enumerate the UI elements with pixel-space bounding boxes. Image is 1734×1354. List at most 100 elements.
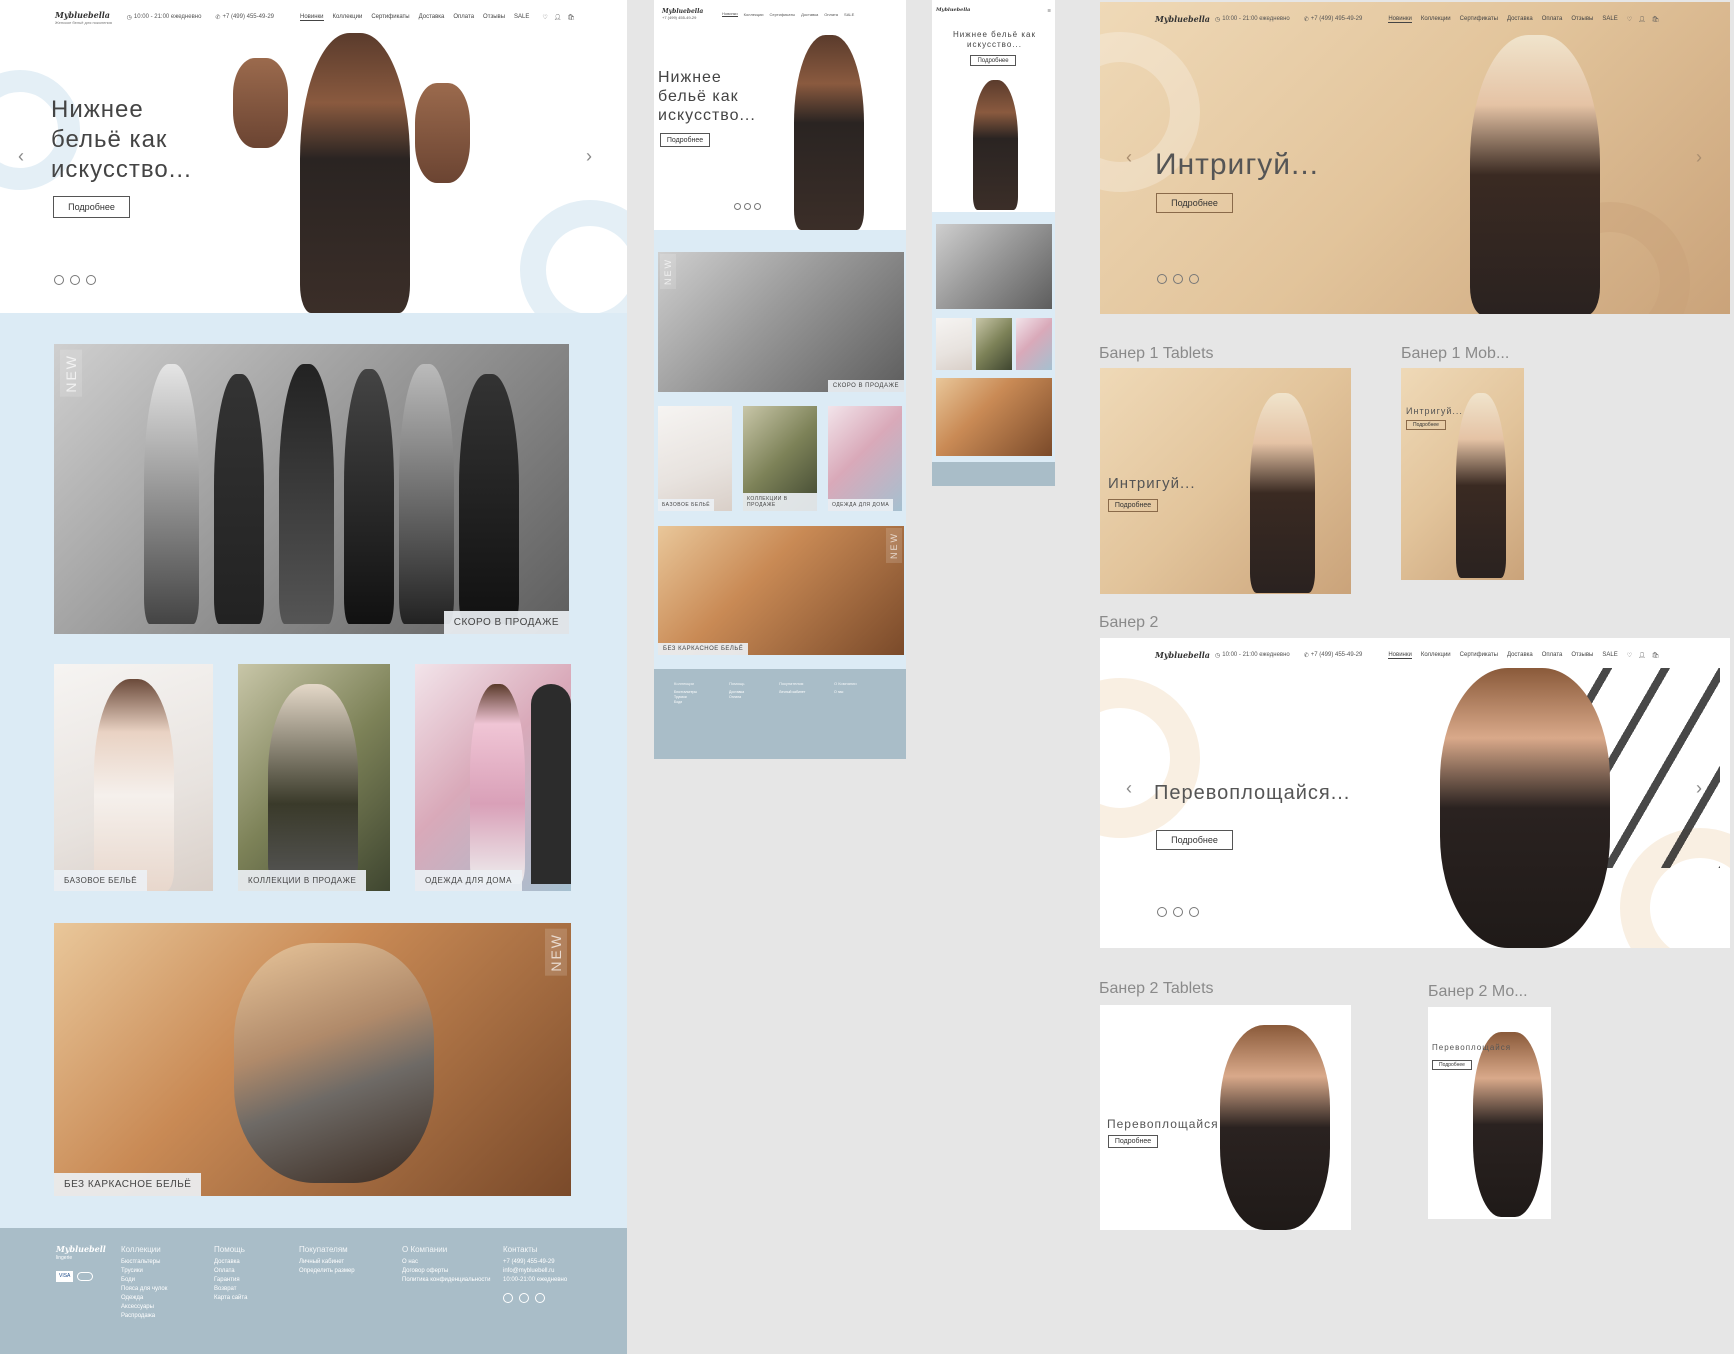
mobile-banner-wireless[interactable] — [936, 378, 1052, 456]
footer-link[interactable]: Боди — [121, 1276, 167, 1285]
footer-link[interactable]: Одежда — [121, 1294, 167, 1303]
telegram-icon[interactable] — [1189, 274, 1199, 284]
nav-certificates[interactable]: Сертификаты — [770, 12, 796, 17]
banner-wireless[interactable]: NEW БЕЗ КАРКАСНОЕ БЕЛЬЁ — [54, 923, 571, 1196]
slider-next-arrow[interactable]: › — [586, 146, 592, 167]
slider-next-arrow[interactable]: › — [1696, 147, 1702, 168]
banner1-mobile-button[interactable]: Подробнее — [1406, 420, 1446, 430]
phone-number[interactable]: +7 (499) 455-49-29 — [662, 15, 712, 20]
footer-link[interactable]: Договор оферты — [402, 1267, 491, 1276]
footer-link[interactable]: Бюстгальтеры — [121, 1258, 167, 1267]
telegram-icon[interactable] — [535, 1293, 545, 1303]
footer-link[interactable]: О нас — [402, 1258, 491, 1267]
footer-logo[interactable]: Mybluebell lingerie VISA — [56, 1245, 106, 1282]
banner-coming-soon[interactable]: NEW СКОРО В ПРОДАЖЕ — [54, 344, 569, 634]
facebook-icon[interactable] — [744, 203, 751, 210]
nav-certificates[interactable]: Сертификаты — [1460, 16, 1498, 23]
nav-payment[interactable]: Оплата — [453, 14, 474, 21]
footer-link[interactable]: Возврат — [214, 1285, 247, 1294]
banner2-button[interactable]: Подробнее — [1156, 830, 1233, 850]
instagram-icon[interactable] — [1157, 907, 1167, 917]
footer-link[interactable]: Определить размер — [299, 1267, 355, 1276]
facebook-icon[interactable] — [1173, 907, 1183, 917]
telegram-icon[interactable] — [754, 203, 761, 210]
nav-sale[interactable]: SALE — [1602, 16, 1617, 23]
cart-icon[interactable]: 🛍︎ — [1652, 16, 1660, 23]
footer-link[interactable]: Аксессуары — [121, 1303, 167, 1312]
tablet-category-collections[interactable]: КОЛЛЕКЦИИ В ПРОДАЖЕ — [743, 406, 817, 511]
footer-link[interactable]: Оплата — [214, 1267, 247, 1276]
user-icon[interactable]: 👤︎ — [1638, 16, 1646, 23]
nav-certificates[interactable]: Сертификаты — [371, 14, 409, 21]
user-icon[interactable]: 👤︎ — [554, 14, 562, 21]
logo-text[interactable]: Mybluebella — [936, 7, 970, 13]
footer-link[interactable]: Политика конфиденциальности — [402, 1276, 491, 1285]
phone-number[interactable]: +7 (499) 495-49-29 — [1311, 16, 1363, 22]
footer-link[interactable]: info@mybluebell.ru — [503, 1267, 567, 1276]
category-homewear[interactable]: ОДЕЖДА ДЛЯ ДОМА — [415, 664, 571, 891]
nav-sale[interactable]: SALE — [514, 14, 529, 21]
nav-delivery[interactable]: Доставка — [419, 14, 445, 21]
logo-text[interactable]: Mybluebella — [1155, 650, 1215, 660]
footer-link[interactable]: О нас — [834, 690, 857, 695]
hero-more-button[interactable]: Подробнее — [53, 196, 130, 218]
menu-icon[interactable]: ☰ — [1047, 8, 1051, 13]
footer-link[interactable]: Личный кабинет — [779, 690, 805, 695]
nav-novinki[interactable]: Новинки — [722, 11, 738, 17]
slider-prev-arrow[interactable]: ‹ — [1126, 778, 1132, 799]
nav-collections[interactable]: Коллекции — [333, 14, 363, 21]
instagram-icon[interactable] — [54, 275, 64, 285]
tablet-banner-wireless[interactable]: NEW БЕЗ КАРКАСНОЕ БЕЛЬЁ — [658, 526, 904, 655]
logo-text[interactable]: Mybluebella — [1155, 14, 1215, 24]
category-collections[interactable]: КОЛЛЕКЦИИ В ПРОДАЖЕ — [238, 664, 390, 891]
telegram-icon[interactable] — [1189, 907, 1199, 917]
nav-payment[interactable]: Оплата — [1542, 16, 1563, 23]
nav-sale[interactable]: SALE — [844, 12, 854, 17]
facebook-icon[interactable] — [519, 1293, 529, 1303]
footer-link[interactable]: Личный кабинет — [299, 1258, 355, 1267]
instagram-icon[interactable] — [1157, 274, 1167, 284]
mobile-category-basic[interactable] — [936, 318, 972, 370]
nav-novinki[interactable]: Новинки — [300, 14, 324, 21]
footer-link[interactable]: Боди — [674, 700, 697, 705]
telegram-icon[interactable] — [86, 275, 96, 285]
footer-link[interactable]: Трусики — [121, 1267, 167, 1276]
footer-link[interactable]: Гарантия — [214, 1276, 247, 1285]
slider-prev-arrow[interactable]: ‹ — [1126, 147, 1132, 168]
nav-reviews[interactable]: Отзывы — [1571, 16, 1593, 23]
banner2-tablet-button[interactable]: Подробнее — [1108, 1135, 1158, 1148]
footer-link[interactable]: Доставка — [214, 1258, 247, 1267]
heart-icon[interactable]: ♡ — [1627, 16, 1632, 23]
banner1-button[interactable]: Подробнее — [1156, 193, 1233, 213]
mobile-banner-coming-soon[interactable] — [936, 224, 1052, 309]
mobile-category-collections[interactable] — [976, 318, 1012, 370]
nav-collections[interactable]: Коллекции — [1421, 16, 1451, 23]
banner2-mobile-button[interactable]: Подробнее — [1432, 1060, 1472, 1070]
instagram-icon[interactable] — [503, 1293, 513, 1303]
category-basic[interactable]: БАЗОВОЕ БЕЛЬЁ — [54, 664, 213, 891]
tablet-category-homewear[interactable]: ОДЕЖДА ДЛЯ ДОМА — [828, 406, 902, 511]
logo-text[interactable]: Mybluebella — [662, 8, 712, 15]
footer-link[interactable]: Пояса для чулок — [121, 1285, 167, 1294]
footer-link[interactable]: Карта сайта — [214, 1294, 247, 1303]
facebook-icon[interactable] — [70, 275, 80, 285]
nav-reviews[interactable]: Отзывы — [483, 14, 505, 21]
facebook-icon[interactable] — [1173, 274, 1183, 284]
footer-link[interactable]: 10:00-21:00 ежедневно — [503, 1276, 567, 1285]
heart-icon[interactable]: ♡ — [542, 14, 547, 21]
tablet-hero-button[interactable]: Подробнее — [660, 133, 710, 147]
tablet-category-basic[interactable]: БАЗОВОЕ БЕЛЬЁ — [658, 406, 732, 511]
tablet-banner-coming-soon[interactable]: NEW СКОРО В ПРОДАЖЕ — [658, 252, 904, 392]
mobile-category-homewear[interactable] — [1016, 318, 1052, 370]
mobile-hero-button[interactable]: Подробнее — [970, 55, 1016, 66]
footer-link[interactable]: Оплата — [729, 695, 744, 700]
nav-collections[interactable]: Коллекции — [744, 12, 764, 17]
cart-icon[interactable]: 🛍︎ — [567, 14, 575, 21]
phone-number[interactable]: +7 (499) 455-49-29 — [222, 14, 274, 20]
footer-link[interactable]: +7 (499) 455-49-29 — [503, 1258, 567, 1267]
slider-prev-arrow[interactable]: ‹ — [18, 146, 24, 167]
nav-novinki[interactable]: Новинки — [1388, 16, 1412, 23]
footer-link[interactable]: Распродажа — [121, 1312, 167, 1321]
banner1-tablet-button[interactable]: Подробнее — [1108, 499, 1158, 512]
nav-payment[interactable]: Оплата — [824, 12, 838, 17]
